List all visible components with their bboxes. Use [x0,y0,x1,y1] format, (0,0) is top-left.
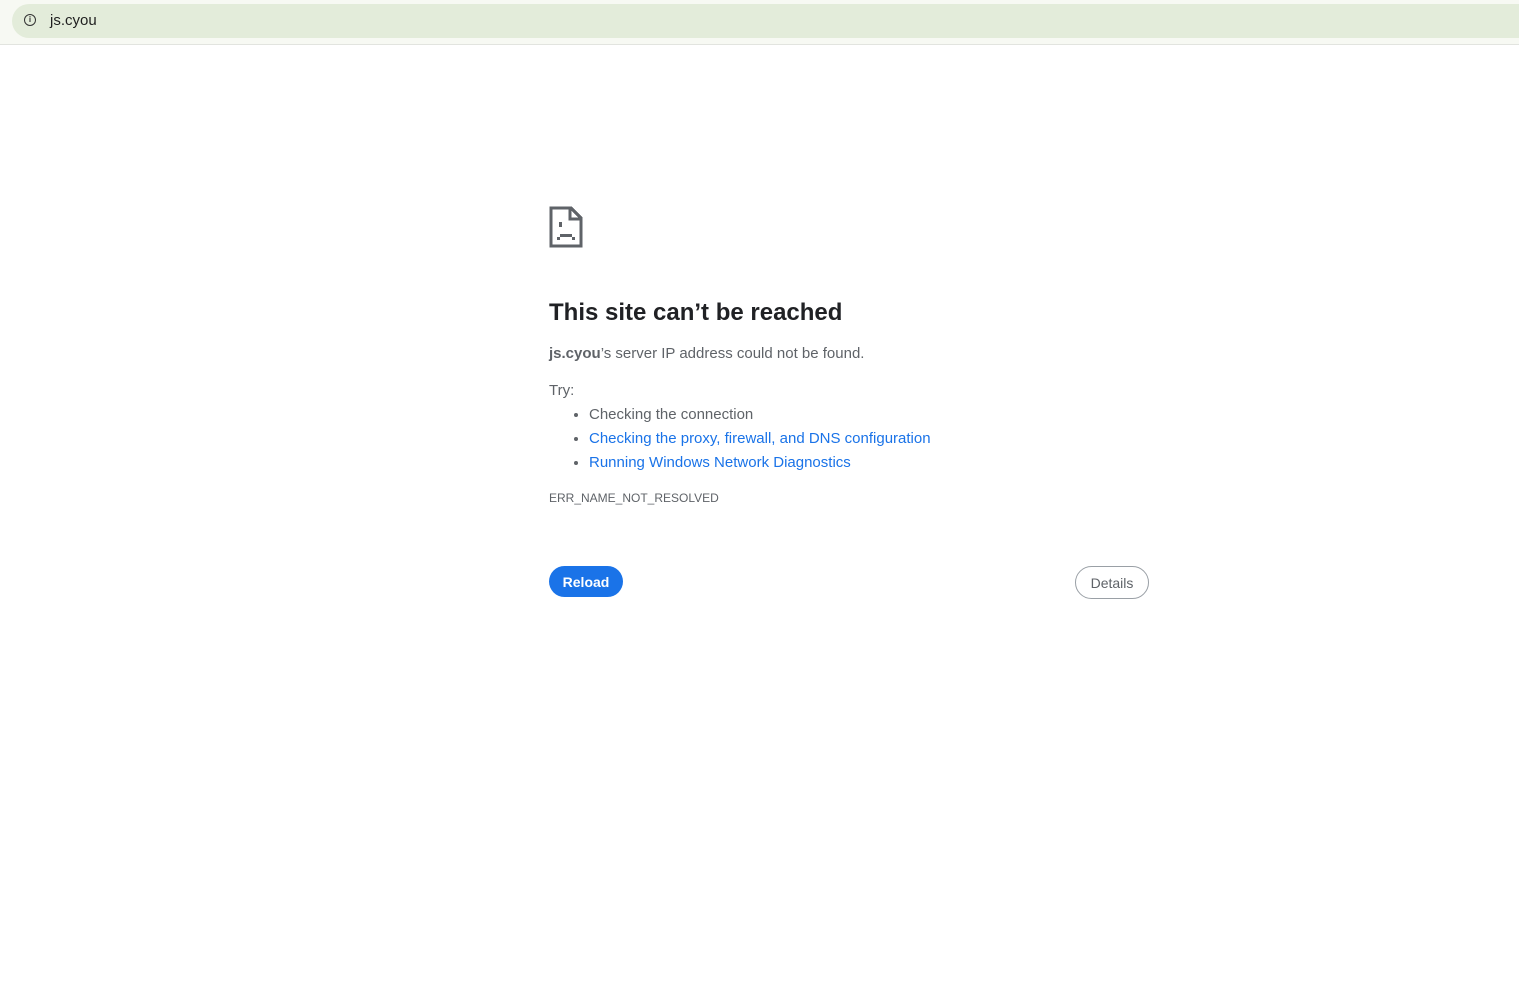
info-icon[interactable]: i [24,14,36,26]
error-host: js.cyou [549,345,601,362]
suggestion-text: Checking the connection [589,406,754,423]
url-text[interactable]: js.cyou [50,12,97,29]
suggestion-item: Running Windows Network Diagnostics [589,451,1149,475]
error-title: This site can’t be reached [549,299,843,326]
error-code: ERR_NAME_NOT_RESOLVED [549,491,719,505]
address-bar[interactable] [12,4,1519,38]
try-label: Try: [549,382,575,399]
suggestion-item: Checking the proxy, firewall, and DNS co… [589,427,1149,451]
reload-button[interactable]: Reload [549,566,623,597]
error-content: This site can’t be reached js.cyou’s ser… [549,206,1149,599]
suggestion-item: Checking the connection [589,403,1149,427]
details-button[interactable]: Details [1075,566,1149,599]
suggestions-list: Checking the connection Checking the pro… [549,403,1149,475]
network-diagnostics-link[interactable]: Running Windows Network Diagnostics [589,454,851,471]
browser-toolbar: i js.cyou [0,0,1519,45]
error-description: js.cyou’s server IP address could not be… [549,344,1149,364]
proxy-firewall-dns-link[interactable]: Checking the proxy, firewall, and DNS co… [589,430,931,447]
sad-page-icon [549,206,583,248]
error-message: ’s server IP address could not be found. [600,345,865,362]
